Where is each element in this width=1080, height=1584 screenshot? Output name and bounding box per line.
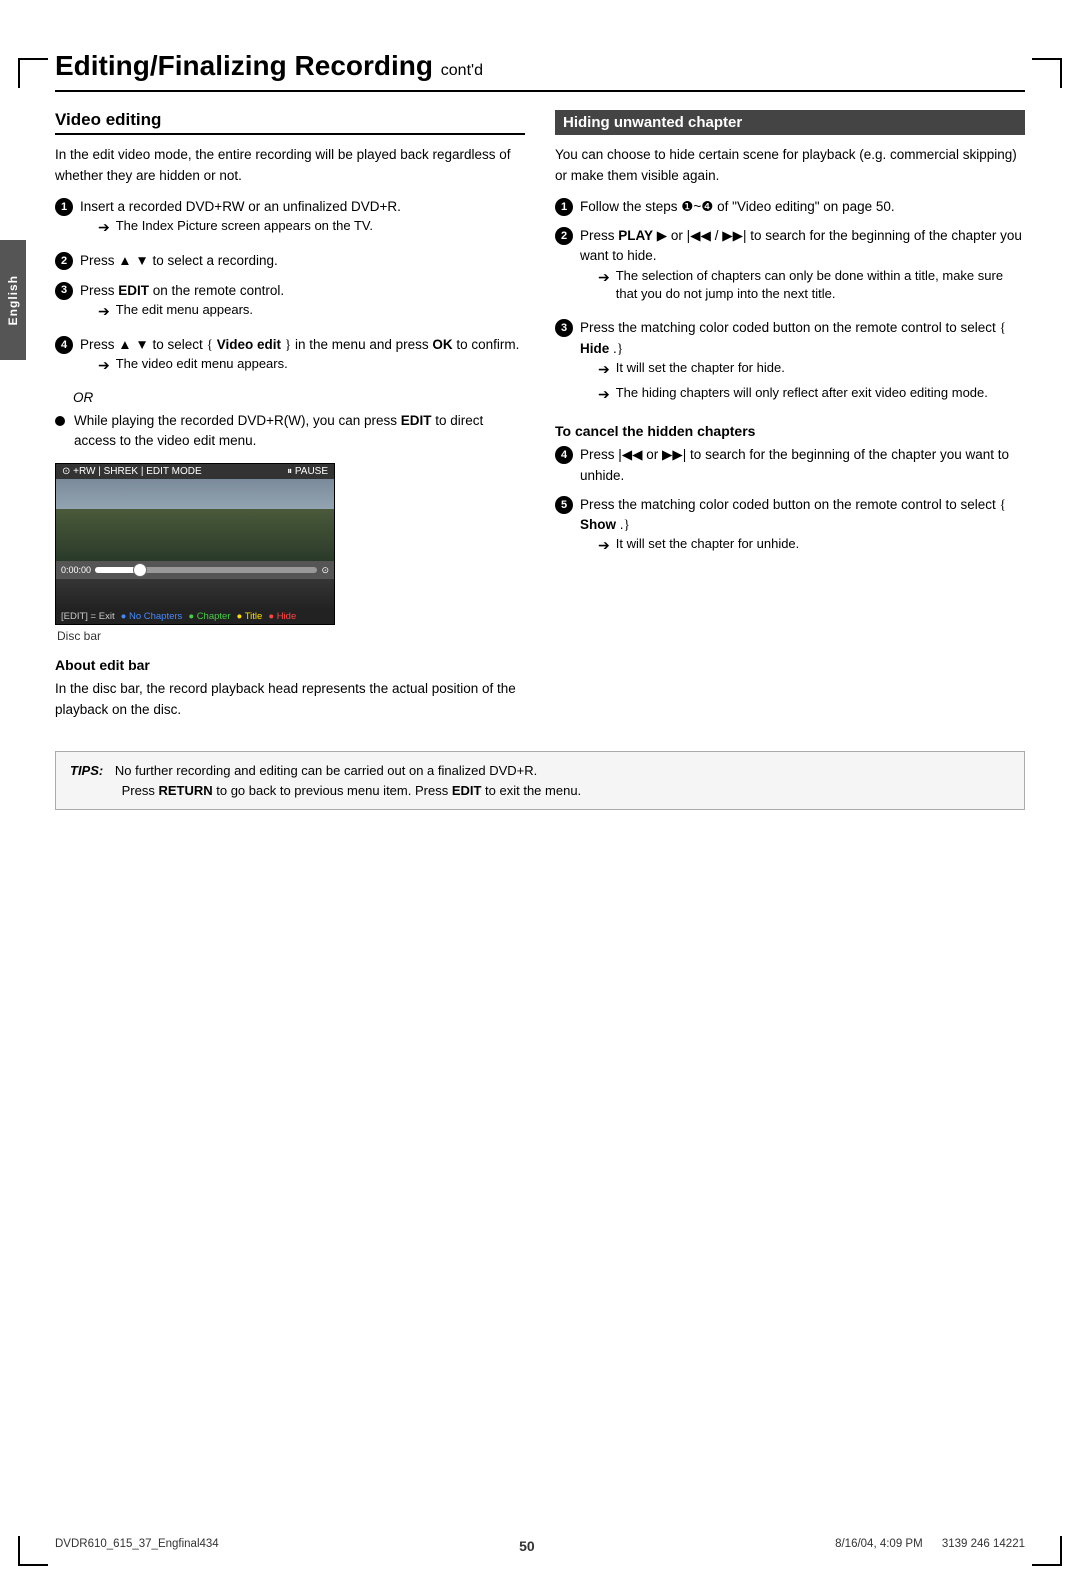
step-num-2: 2: [55, 252, 73, 270]
no-chapters-dot: ● No Chapters: [121, 611, 183, 622]
about-edit-bar-heading: About edit bar: [55, 657, 525, 673]
right-step-num-1: 1: [555, 198, 573, 216]
step-3-arrow: ➔ The edit menu appears.: [98, 301, 284, 321]
footer-left: DVDR610_615_37_Engfinal434: [55, 1538, 219, 1554]
right-step-3: 3 Press the matching color coded button …: [555, 318, 1025, 409]
screenshot-box: ⊙ +RW | SHREK | EDIT MODE ⏸ PAUSE 0:00:0…: [55, 463, 335, 625]
disc-bar-label: Disc bar: [57, 629, 525, 643]
or-text: OR: [73, 390, 525, 405]
footer-date: 8/16/04, 4:09 PM: [835, 1538, 923, 1550]
footer-page-number: 50: [519, 1538, 535, 1554]
right-step-2-content: Press PLAY ▶ or |◀◀ / ▶▶| to search for …: [580, 226, 1025, 309]
edit-exit-label: [EDIT] = Exit: [61, 611, 115, 622]
language-label: English: [6, 275, 20, 325]
step-1: 1 Insert a recorded DVD+RW or an unfinal…: [55, 197, 525, 243]
tips-label: TIPS:: [70, 763, 103, 778]
step-num-1: 1: [55, 198, 73, 216]
left-column: Video editing In the edit video mode, th…: [55, 110, 525, 731]
right-step-num-2: 2: [555, 227, 573, 245]
right-column: Hiding unwanted chapter You can choose t…: [555, 110, 1025, 731]
two-column-layout: Video editing In the edit video mode, th…: [55, 110, 1025, 731]
step-4-content: Press ▲ ▼ to select { Video edit } in th…: [80, 335, 519, 381]
step-num-4: 4: [55, 336, 73, 354]
page-footer: DVDR610_615_37_Engfinal434 50 8/16/04, 4…: [55, 1538, 1025, 1554]
footer-right: 8/16/04, 4:09 PM 3139 246 14221: [835, 1538, 1025, 1554]
right-step-2-arrow: ➔ The selection of chapters can only be …: [598, 267, 1025, 305]
footer-product-code: 3139 246 14221: [942, 1538, 1025, 1550]
language-tab: English: [0, 240, 26, 360]
step-1-content: Insert a recorded DVD+RW or an unfinaliz…: [80, 197, 401, 243]
step-4-arrow: ➔ The video edit menu appears.: [98, 355, 519, 375]
tips-box: TIPS: No further recording and editing c…: [55, 751, 1025, 810]
tips-line1: No further recording and editing can be …: [115, 763, 537, 778]
page-title: Editing/Finalizing Recording cont'd: [55, 50, 1025, 92]
cancel-step-5-content: Press the matching color coded button on…: [580, 495, 1025, 561]
step-4: 4 Press ▲ ▼ to select { Video edit } in …: [55, 335, 525, 381]
screenshot-top-bar: ⊙ +RW | SHREK | EDIT MODE ⏸ PAUSE: [56, 464, 334, 479]
cancel-step-5-arrow: ➔ It will set the chapter for unhide.: [598, 535, 1025, 555]
cancel-step-num-5: 5: [555, 496, 573, 514]
title-text: Editing/Finalizing Recording: [55, 50, 433, 81]
right-step-3-arrow1: ➔ It will set the chapter for hide.: [598, 359, 1025, 379]
video-editing-heading: Video editing: [55, 110, 525, 135]
tips-line2: Press RETURN to go back to previous menu…: [122, 783, 582, 798]
cancel-step-num-4: 4: [555, 446, 573, 464]
disc-bar-track: [95, 567, 317, 573]
hiding-intro-text: You can choose to hide certain scene for…: [555, 145, 1025, 187]
cancel-step-4-content: Press |◀◀ or ▶▶| to search for the begin…: [580, 445, 1025, 486]
right-step-1-content: Follow the steps ❶~❹ of "Video editing" …: [580, 197, 895, 217]
right-step-3-content: Press the matching color coded button on…: [580, 318, 1025, 409]
screenshot-bottom-bar: [EDIT] = Exit ● No Chapters ● Chapter ● …: [56, 609, 334, 624]
chapter-dot: ● Chapter: [188, 611, 230, 622]
disc-bar-visual: 0:00:00 ⊙: [56, 561, 334, 579]
step-2-content: Press ▲ ▼ to select a recording.: [80, 251, 278, 271]
screenshot-image: 0:00:00 ⊙: [56, 479, 334, 609]
hiding-unwanted-heading: Hiding unwanted chapter: [555, 110, 1025, 135]
corner-mark-br: [1032, 1536, 1062, 1566]
bullet-dot: [55, 416, 65, 426]
right-step-2: 2 Press PLAY ▶ or |◀◀ / ▶▶| to search fo…: [555, 226, 1025, 309]
screenshot-top-left: ⊙ +RW | SHREK | EDIT MODE: [62, 466, 202, 477]
bullet-item: While playing the recorded DVD+R(W), you…: [55, 411, 525, 452]
step-3-content: Press EDIT on the remote control. ➔ The …: [80, 281, 284, 327]
right-step-1: 1 Follow the steps ❶~❹ of "Video editing…: [555, 197, 1025, 217]
corner-mark-bl: [18, 1536, 48, 1566]
corner-mark-tr: [1032, 58, 1062, 88]
page-content: Editing/Finalizing Recording cont'd Vide…: [55, 40, 1025, 810]
title-contd: cont'd: [441, 62, 483, 79]
right-step-num-3: 3: [555, 319, 573, 337]
cancel-step-5: 5 Press the matching color coded button …: [555, 495, 1025, 561]
step-3: 3 Press EDIT on the remote control. ➔ Th…: [55, 281, 525, 327]
cancel-hidden-heading: To cancel the hidden chapters: [555, 423, 1025, 439]
screenshot-top-right: ⏸ PAUSE: [287, 466, 328, 477]
corner-mark-tl: [18, 58, 48, 88]
title-dot: ● Title: [237, 611, 263, 622]
video-editing-intro: In the edit video mode, the entire recor…: [55, 145, 525, 187]
cancel-step-4: 4 Press |◀◀ or ▶▶| to search for the beg…: [555, 445, 1025, 486]
step-2: 2 Press ▲ ▼ to select a recording.: [55, 251, 525, 271]
step-1-arrow: ➔ The Index Picture screen appears on th…: [98, 217, 401, 237]
hide-dot: ● Hide: [268, 611, 296, 622]
step-num-3: 3: [55, 282, 73, 300]
right-step-3-arrow2: ➔ The hiding chapters will only reflect …: [598, 384, 1025, 404]
about-edit-bar-text: In the disc bar, the record playback hea…: [55, 679, 525, 721]
